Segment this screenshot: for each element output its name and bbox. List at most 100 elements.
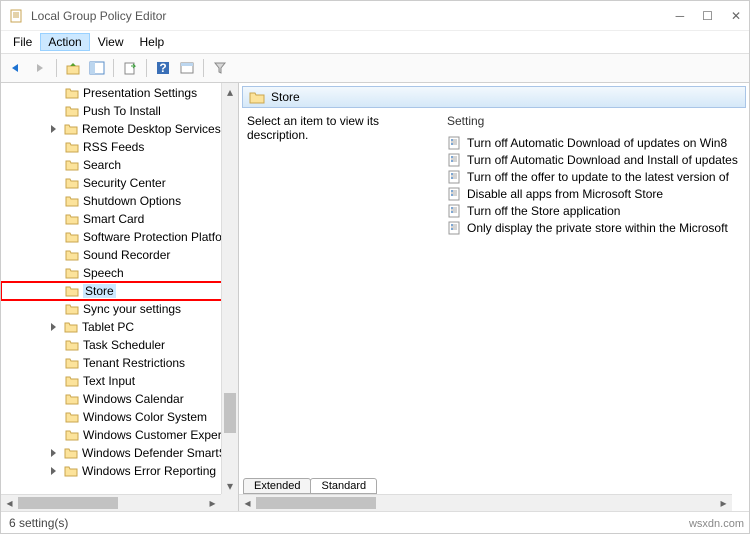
details-title: Store [271,90,300,104]
tree-item[interactable]: Software Protection Platform [1,228,238,246]
tree-item-label: Tenant Restrictions [83,356,185,370]
tree-item[interactable]: Smart Card [1,210,238,228]
folder-icon [65,213,79,225]
tree-item[interactable]: Search [1,156,238,174]
folder-icon [65,159,79,171]
tree[interactable]: Presentation Settings Push To InstallRemo… [1,83,238,511]
scroll-right-icon[interactable]: ▸ [204,495,221,511]
folder-icon [64,447,78,459]
folder-icon [65,177,79,189]
scroll-left-icon[interactable]: ◂ [1,495,18,511]
tree-item-label: Security Center [83,176,166,190]
tree-item[interactable]: Store [1,282,238,300]
tree-item-label: Smart Card [83,212,144,226]
folder-icon [65,411,79,423]
help-button[interactable]: ? [152,57,174,79]
properties-button[interactable] [176,57,198,79]
tree-item[interactable]: Sound Recorder [1,246,238,264]
setting-label: Only display the private store within th… [467,221,728,235]
menu-view[interactable]: View [90,33,132,51]
folder-icon [65,267,79,279]
menu-action[interactable]: Action [40,33,89,51]
forward-button[interactable] [29,57,51,79]
tab-standard[interactable]: Standard [310,478,377,494]
tree-item[interactable]: Windows Customer Experience [1,426,238,444]
window-title: Local Group Policy Editor [31,9,676,23]
tree-item[interactable]: Presentation Settings [1,84,238,102]
folder-icon [249,90,265,104]
minimize-button[interactable]: ─ [676,9,685,23]
tree-item[interactable]: Windows Error Reporting [1,462,238,480]
separator [113,59,114,77]
description-column: Select an item to view its description. [247,114,447,470]
folder-icon [65,375,79,387]
back-button[interactable] [5,57,27,79]
tree-item[interactable]: Tenant Restrictions [1,354,238,372]
tab-extended[interactable]: Extended [243,478,311,494]
up-button[interactable] [62,57,84,79]
scroll-thumb[interactable] [18,497,118,509]
setting-item[interactable]: Turn off the offer to update to the late… [447,168,746,185]
folder-icon [65,357,79,369]
tree-item[interactable]: Sync your settings [1,300,238,318]
setting-label: Disable all apps from Microsoft Store [467,187,663,201]
statusbar: 6 setting(s) [1,511,749,533]
folder-icon [65,303,79,315]
tree-item-label: Software Protection Platform [83,230,236,244]
scroll-right-icon[interactable]: ▸ [715,495,732,511]
tree-item[interactable]: Tablet PC [1,318,238,336]
tree-item-label: Sync your settings [83,302,181,316]
tree-item[interactable]: Text Input [1,372,238,390]
tree-item-label: Text Input [83,374,135,388]
filter-button[interactable] [209,57,231,79]
tree-item[interactable]: RSS Feeds [1,138,238,156]
setting-item[interactable]: Turn off Automatic Download and Install … [447,151,746,168]
show-hide-tree-button[interactable] [86,57,108,79]
horizontal-scrollbar[interactable]: ◂ ▸ [239,494,732,511]
policy-icon [447,153,461,167]
scroll-corner [221,494,238,511]
settings-list: Turn off Automatic Download of updates o… [447,134,746,236]
content-area: Select an item to view its description. … [239,108,749,470]
tree-item-label: Store [83,284,116,298]
tree-item[interactable]: Remote Desktop Services [1,120,238,138]
folder-icon [64,123,78,135]
tree-item[interactable]: Windows Color System [1,408,238,426]
separator [203,59,204,77]
scroll-thumb[interactable] [224,393,236,433]
horizontal-scrollbar[interactable]: ◂ ▸ [1,494,221,511]
tree-item[interactable]: Push To Install [1,102,238,120]
scroll-down-icon[interactable]: ▾ [222,477,238,494]
tree-item[interactable]: Security Center [1,174,238,192]
setting-item[interactable]: Turn off Automatic Download of updates o… [447,134,746,151]
settings-column: Setting Turn off Automatic Download of u… [447,114,746,470]
setting-item[interactable]: Turn off the Store application [447,202,746,219]
maximize-button[interactable]: ☐ [702,9,713,23]
folder-icon [65,105,79,117]
scroll-thumb[interactable] [256,497,376,509]
settings-header[interactable]: Setting [447,114,746,134]
setting-item[interactable]: Only display the private store within th… [447,219,746,236]
export-button[interactable] [119,57,141,79]
tree-item[interactable]: Windows Calendar [1,390,238,408]
tree-item[interactable]: Task Scheduler [1,336,238,354]
description-text: Select an item to view its description. [247,114,439,142]
tree-item-label: Sound Recorder [83,248,170,262]
status-text: 6 setting(s) [9,516,68,530]
menu-file[interactable]: File [5,33,40,51]
tree-item[interactable]: Speech [1,264,238,282]
scroll-up-icon[interactable]: ▴ [222,83,238,100]
tree-item-label: Search [83,158,121,172]
setting-item[interactable]: Disable all apps from Microsoft Store [447,185,746,202]
tree-item[interactable]: Shutdown Options [1,192,238,210]
setting-label: Turn off Automatic Download and Install … [467,153,738,167]
vertical-scrollbar[interactable]: ▴ ▾ [221,83,238,494]
tree-item[interactable]: Windows Defender SmartScreen [1,444,238,462]
close-button[interactable]: ✕ [731,9,741,23]
tree-item-label: Presentation Settings [83,86,197,100]
folder-icon [65,429,79,441]
folder-icon [65,231,79,243]
policy-icon [447,204,461,218]
menu-help[interactable]: Help [132,33,173,51]
scroll-left-icon[interactable]: ◂ [239,495,256,511]
